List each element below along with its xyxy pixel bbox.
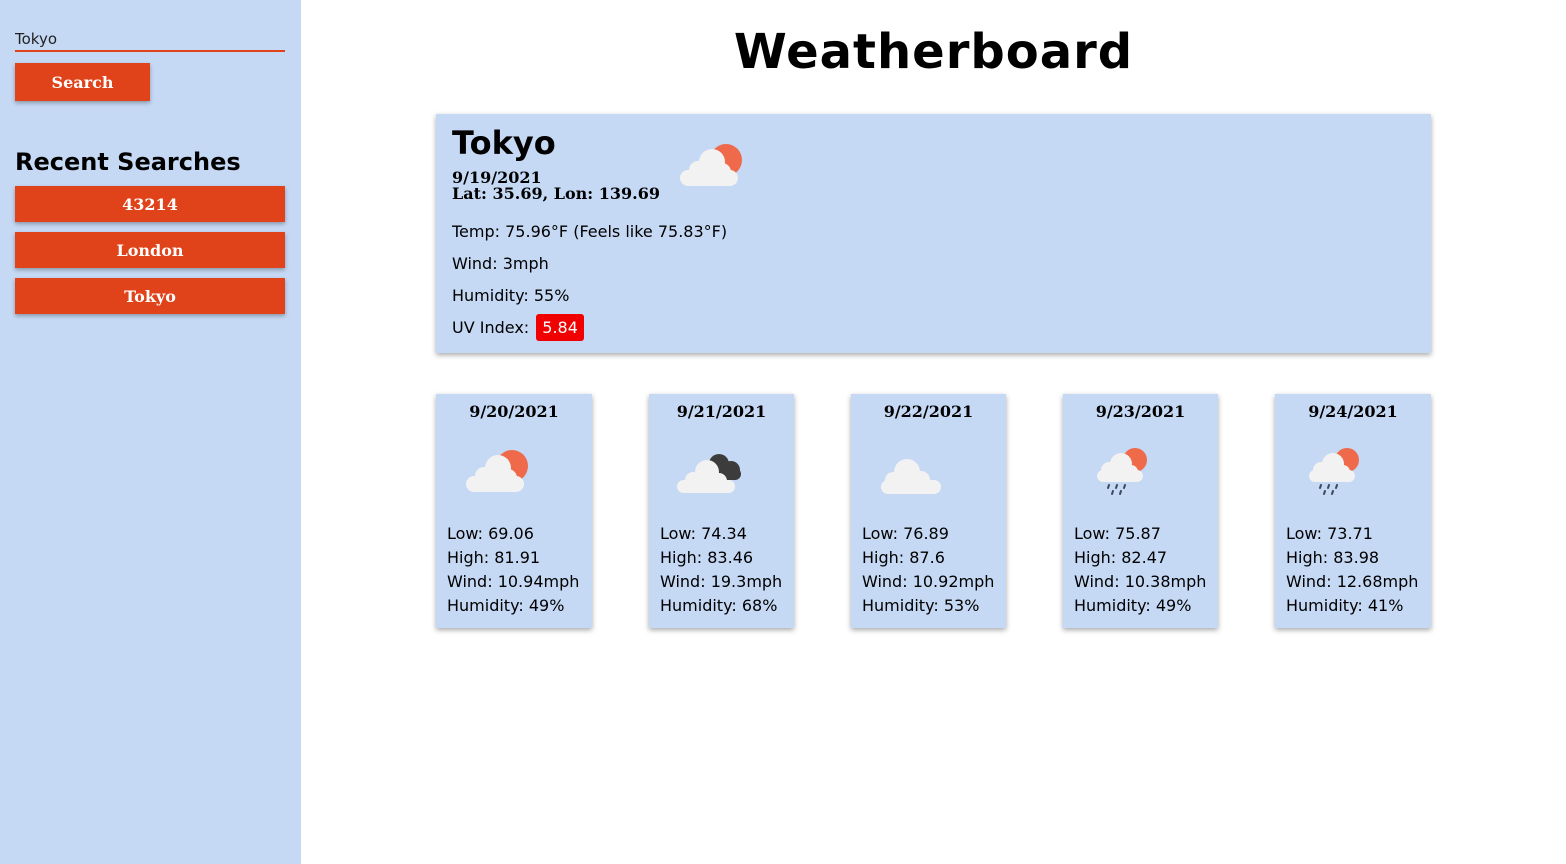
partly-cloudy-icon: [676, 138, 746, 192]
forecast-low: Low: 75.87: [1074, 524, 1161, 543]
forecast-low: Low: 73.71: [1286, 524, 1373, 543]
rain-icon: [1089, 444, 1159, 504]
forecast-wind: Wind: 10.38mph: [1074, 572, 1207, 591]
forecast-humidity: Humidity: 53%: [862, 596, 980, 615]
wind: Wind: 3mph: [452, 254, 549, 273]
forecast-card: 9/21/2021 Low: 74.34 High: 83.46 Wind: 1…: [649, 394, 794, 628]
recent-search-button[interactable]: London: [15, 232, 285, 268]
recent-search-button[interactable]: 43214: [15, 186, 285, 222]
forecast-low: Low: 76.89: [862, 524, 949, 543]
forecast-card: 9/23/2021 Low: 75.87 High: 82.47 Wind: 1…: [1063, 394, 1218, 628]
forecast-wind: Wind: 12.68mph: [1286, 572, 1419, 591]
forecast-humidity: Humidity: 41%: [1286, 596, 1404, 615]
humidity: Humidity: 55%: [452, 286, 570, 305]
rain-icon: [1301, 444, 1371, 504]
forecast-humidity: Humidity: 68%: [660, 596, 778, 615]
temperature: Temp: 75.96°F (Feels like 75.83°F): [452, 222, 728, 241]
uv-badge: 5.84: [536, 314, 584, 341]
forecast-humidity: Humidity: 49%: [1074, 596, 1192, 615]
forecast-humidity: Humidity: 49%: [447, 596, 565, 615]
forecast-low: Low: 69.06: [447, 524, 534, 543]
partly-cloudy-icon: [462, 444, 532, 498]
forecast-high: High: 82.47: [1074, 548, 1168, 567]
forecast-date: 9/22/2021: [883, 402, 974, 421]
forecast-wind: Wind: 10.92mph: [862, 572, 995, 591]
cloud-icon: [877, 444, 947, 498]
forecast-high: High: 87.6: [862, 548, 945, 567]
sidebar: Search Recent Searches 43214 London Toky…: [0, 0, 301, 864]
forecast-high: High: 81.91: [447, 548, 541, 567]
forecast-date: 9/23/2021: [1095, 402, 1186, 421]
uv-label: UV Index:: [452, 318, 530, 337]
current-weather-card: Tokyo 9/19/2021 Lat: 35.69, Lon: 139.69 …: [436, 114, 1431, 353]
search-input[interactable]: [15, 28, 285, 52]
uv-index: UV Index: 5.84: [452, 314, 584, 341]
recent-search-button[interactable]: Tokyo: [15, 278, 285, 314]
city-name: Tokyo: [452, 124, 556, 162]
broken-clouds-icon: [675, 444, 745, 498]
forecast-card: 9/20/2021 Low: 69.06 High: 81.91 Wind: 1…: [436, 394, 592, 628]
forecast-low: Low: 74.34: [660, 524, 747, 543]
forecast-date: 9/24/2021: [1308, 402, 1398, 421]
forecast-date: 9/20/2021: [469, 402, 559, 421]
forecast-card: 9/22/2021 Low: 76.89 High: 87.6 Wind: 10…: [851, 394, 1006, 628]
search-button[interactable]: Search: [15, 63, 150, 101]
forecast-wind: Wind: 10.94mph: [447, 572, 580, 591]
forecast-wind: Wind: 19.3mph: [660, 572, 783, 591]
forecast-high: High: 83.98: [1286, 548, 1380, 567]
recent-searches-title: Recent Searches: [15, 148, 241, 176]
page-title: Weatherboard: [733, 24, 1134, 80]
coordinates: Lat: 35.69, Lon: 139.69: [452, 184, 660, 203]
forecast-date: 9/21/2021: [676, 402, 767, 421]
forecast-card: 9/24/2021 Low: 73.71 High: 83.98 Wind: 1…: [1275, 394, 1431, 628]
forecast-high: High: 83.46: [660, 548, 754, 567]
